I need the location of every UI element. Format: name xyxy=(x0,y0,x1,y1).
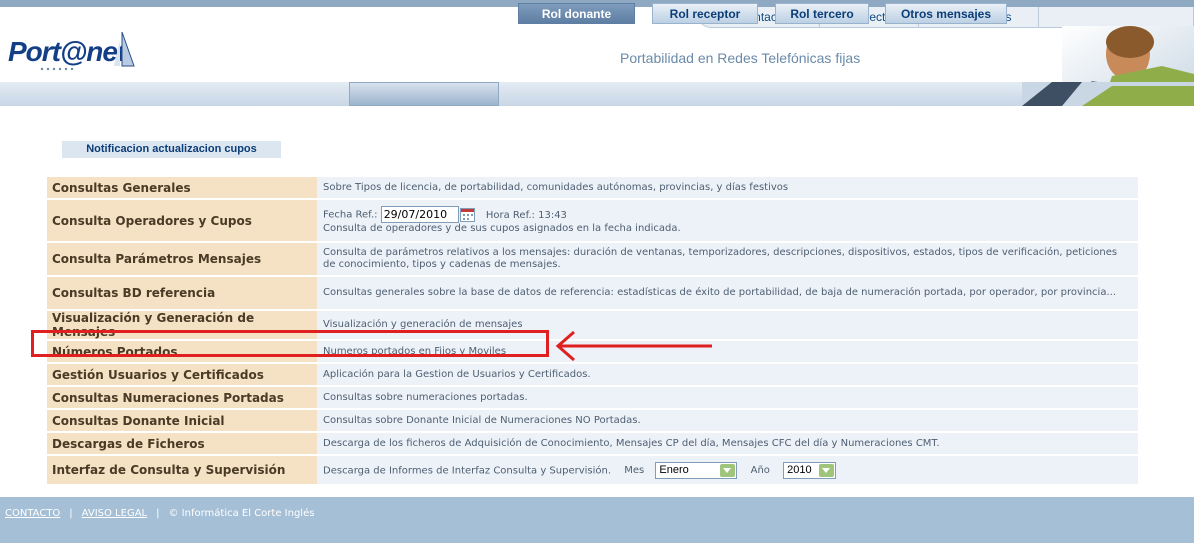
table-row: Interfaz de Consulta y Supervisión Desca… xyxy=(47,456,1138,484)
row-description: Consultas sobre Donante Inicial de Numer… xyxy=(317,410,1138,431)
copyright-text: © Informática El Corte Inglés xyxy=(168,508,315,519)
aviso-legal-link[interactable]: AVISO LEGAL xyxy=(82,508,147,519)
mes-select-value: Enero xyxy=(659,463,689,476)
row-title[interactable]: Consultas BD referencia xyxy=(47,277,317,309)
footer-links: CONTACTO | AVISO LEGAL | © Informática El Co… xyxy=(5,508,314,519)
row-title[interactable]: Consulta Operadores y Cupos xyxy=(47,200,317,241)
contacto-link[interactable]: CONTACTO xyxy=(5,508,60,519)
row-title[interactable]: Consultas Donante Inicial xyxy=(47,410,317,431)
row-description-block: Descarga de Informes de Interfaz Consult… xyxy=(317,456,1138,484)
row-description-block: Fecha Ref.: 29/07/2010 Hora Ref.: 13:43 … xyxy=(317,200,1138,241)
table-row: Consulta Operadores y Cupos Fecha Ref.: … xyxy=(47,200,1138,241)
row-description: Consulta de parámetros relativos a los m… xyxy=(317,243,1138,275)
logo-dots-icon xyxy=(40,67,74,71)
row-description: Sobre Tipos de licencia, de portabilidad… xyxy=(317,177,1138,198)
row-description: Consulta de operadores y de sus cupos as… xyxy=(323,223,681,234)
table-row: Consultas Donante Inicial Consultas sobr… xyxy=(47,410,1138,431)
fecha-label: Fecha Ref.: xyxy=(323,209,378,221)
footer-separator: | xyxy=(156,508,160,519)
row-description: Consultas generales sobre la base de dat… xyxy=(317,277,1138,309)
row-description: Descarga de Informes de Interfaz Consult… xyxy=(323,465,612,476)
tab-rol-tercero[interactable]: Rol tercero xyxy=(775,3,869,24)
table-row: Descargas de Ficheros Descarga de los fi… xyxy=(47,433,1138,454)
mes-select[interactable]: Enero xyxy=(655,461,738,479)
sail-icon xyxy=(114,31,135,67)
tab-rol-donante[interactable]: Rol donante xyxy=(518,3,635,24)
tab-otros-mensajes[interactable]: Otros mensajes xyxy=(885,3,1007,24)
role-menu-bar xyxy=(0,82,1194,106)
row-title[interactable]: Interfaz de Consulta y Supervisión xyxy=(47,456,317,484)
row-description: Aplicación para la Gestion de Usuarios y… xyxy=(317,364,1138,385)
table-row: Consulta Parámetros Mensajes Consulta de… xyxy=(47,243,1138,275)
menu-spacer xyxy=(349,82,499,106)
row-title[interactable]: Consultas Generales xyxy=(47,177,317,198)
row-title[interactable]: Consultas Numeraciones Portadas xyxy=(47,387,317,408)
chevron-down-icon[interactable] xyxy=(819,463,835,477)
chevron-down-icon[interactable] xyxy=(720,463,736,477)
anio-select[interactable]: 2010 xyxy=(783,461,837,479)
portanet-logo: Port@net xyxy=(8,30,138,72)
table-row: Consultas Generales Sobre Tipos de licen… xyxy=(47,177,1138,198)
footer-separator: | xyxy=(69,508,73,519)
anio-label: Año xyxy=(750,465,770,476)
anio-select-value: 2010 xyxy=(787,463,812,476)
table-row: Consultas BD referencia Consultas genera… xyxy=(47,277,1138,309)
calendar-icon[interactable] xyxy=(459,207,475,222)
row-title[interactable]: Gestión Usuarios y Certificados xyxy=(47,364,317,385)
hora-label: Hora Ref.: 13:43 xyxy=(485,209,567,221)
row-description: Descarga de los ficheros de Adquisición … xyxy=(317,433,1138,454)
highlight-rectangle xyxy=(31,330,549,357)
mes-label: Mes xyxy=(624,465,645,476)
row-title[interactable]: Descargas de Ficheros xyxy=(47,433,317,454)
tab-rol-receptor[interactable]: Rol receptor xyxy=(652,3,758,24)
row-title[interactable]: Consulta Parámetros Mensajes xyxy=(47,243,317,275)
header-subtitle: Portabilidad en Redes Telefónicas fijas xyxy=(620,50,861,66)
logo-text: Port@net xyxy=(8,36,126,67)
table-row: Gestión Usuarios y Certificados Aplicaci… xyxy=(47,364,1138,385)
footer: CONTACTO | AVISO LEGAL | © Informática El Co… xyxy=(0,497,1194,543)
row-description: Consultas sobre numeraciones portadas. xyxy=(317,387,1138,408)
annotation-arrow-icon xyxy=(555,330,712,362)
notificacion-cupos-button[interactable]: Notificacion actualizacion cupos xyxy=(62,141,281,158)
fecha-input[interactable]: 29/07/2010 xyxy=(380,206,459,223)
menu-photo-strip xyxy=(1022,82,1194,106)
table-row: Consultas Numeraciones Portadas Consulta… xyxy=(47,387,1138,408)
